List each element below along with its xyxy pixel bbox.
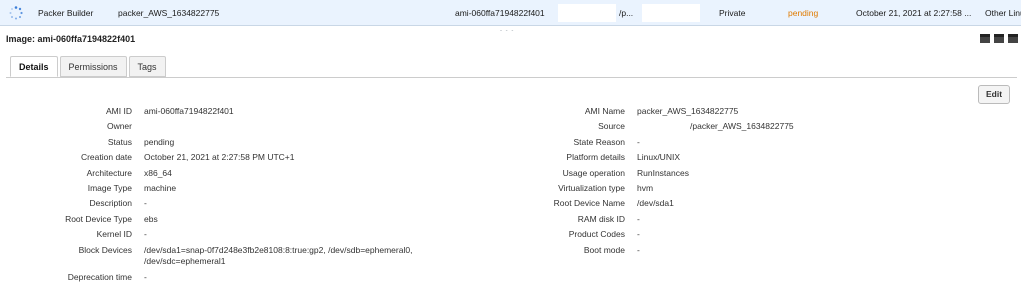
resize-grip[interactable]: - - -: [500, 28, 514, 34]
detail-row-boot-mode: Boot mode -: [480, 245, 1000, 260]
detail-value: /dev/sda1: [637, 198, 674, 209]
redacted-owner-box: [558, 4, 616, 22]
detail-row-description: Description -: [0, 198, 500, 213]
detail-label: Kernel ID: [96, 229, 132, 240]
detail-tabs: Details Permissions Tags: [10, 56, 168, 77]
row-status: pending: [788, 8, 819, 18]
detail-value: -: [144, 271, 147, 282]
detail-value: hvm: [637, 182, 654, 193]
detail-value: /packer_AWS_1634822775: [690, 121, 794, 132]
detail-label: Platform details: [566, 152, 625, 163]
detail-value: -: [637, 136, 640, 147]
detail-label: Creation date: [80, 152, 132, 163]
details-right-column: AMI Name packer_AWS_1634822775 Source/pac…: [480, 106, 1000, 260]
detail-row-ram-disk-id: RAM disk ID -: [480, 214, 1000, 229]
detail-value: -: [637, 213, 640, 224]
detail-value: Linux/UNIX: [637, 152, 680, 163]
layout-bottom-icon[interactable]: [980, 34, 990, 43]
detail-row-source: Source/packer_AWS_1634822775: [480, 121, 1000, 136]
detail-row-owner: Owner: [0, 121, 500, 136]
row-source: /p...: [619, 8, 634, 18]
detail-value: -: [637, 229, 640, 240]
detail-label: Description: [89, 198, 132, 209]
row-creation-date: October 21, 2021 at 2:27:58 ...: [856, 8, 972, 18]
detail-label: Block Devices: [78, 244, 132, 255]
detail-value: ami-060ffa7194822f401: [144, 106, 234, 116]
detail-label: Root Device Type: [65, 213, 132, 224]
detail-value: -: [637, 244, 640, 255]
layout-full-icon[interactable]: [1008, 34, 1018, 43]
row-ami-name: packer_AWS_1634822775: [118, 8, 220, 18]
detail-label: Status: [107, 136, 132, 147]
detail-value: ebs: [144, 213, 158, 224]
detail-row-image-type: Image Type machine: [0, 183, 500, 198]
row-ami-id: ami-060ffa7194822f401: [455, 8, 545, 18]
layout-toggle-group: [980, 34, 1018, 43]
edit-button[interactable]: Edit: [978, 85, 1011, 104]
details-left-column: AMI ID ami-060ffa7194822f401 Owner Status…: [0, 106, 500, 287]
detail-row-platform-details: Platform details Linux/UNIX: [480, 152, 1000, 167]
detail-row-deprecation-time: Deprecation time -: [0, 272, 500, 287]
detail-row-status: Status pending: [0, 137, 500, 152]
detail-label: Virtualization type: [558, 182, 625, 193]
tab-details[interactable]: Details: [10, 56, 58, 77]
detail-value: RunInstances: [637, 167, 689, 178]
tab-permissions[interactable]: Permissions: [59, 56, 127, 77]
detail-value: /dev/sda1=snap-0f7d248e3fb2e8108:8:true:…: [144, 244, 413, 266]
detail-row-architecture: Architecture x86_64: [0, 168, 500, 183]
detail-value: packer_AWS_1634822775: [637, 106, 739, 116]
detail-row-root-device-type: Root Device Type ebs: [0, 214, 500, 229]
detail-label: Boot mode: [583, 244, 625, 255]
detail-label: Usage operation: [562, 167, 625, 178]
detail-label: RAM disk ID: [577, 213, 625, 224]
layout-split-icon[interactable]: [994, 34, 1004, 43]
detail-value: -: [144, 229, 147, 240]
detail-row-kernel-id: Kernel ID -: [0, 229, 500, 244]
detail-row-ami-id: AMI ID ami-060ffa7194822f401: [0, 106, 500, 121]
redacted-field-box: [642, 4, 700, 22]
detail-row-state-reason: State Reason -: [480, 137, 1000, 152]
detail-label: Image Type: [87, 182, 132, 193]
detail-label: Root Device Name: [553, 198, 625, 209]
detail-label: Architecture: [86, 167, 132, 178]
detail-row-root-device-name: Root Device Name/dev/sda1: [480, 198, 1000, 213]
selected-ami-row[interactable]: Packer Builder packer_AWS_1634822775 ami…: [0, 0, 1021, 26]
detail-value: machine: [144, 182, 177, 193]
row-visibility: Private: [719, 8, 746, 18]
row-platform: Other Linu: [985, 8, 1021, 18]
detail-label: Product Codes: [568, 229, 625, 240]
detail-row-usage-operation: Usage operation RunInstances: [480, 168, 1000, 183]
row-name: Packer Builder: [38, 8, 94, 18]
image-title: Image: ami-060ffa7194822f401: [6, 34, 136, 44]
detail-row-product-codes: Product Codes -: [480, 229, 1000, 244]
detail-label: AMI ID: [106, 106, 132, 116]
detail-row-block-devices: Block Devices/dev/sda1=snap-0f7d248e3fb2…: [0, 245, 500, 272]
pending-spinner-icon: [9, 6, 23, 20]
detail-value: -: [144, 198, 147, 209]
detail-row-creation-date: Creation date October 21, 2021 at 2:27:58…: [0, 152, 500, 167]
detail-value: x86_64: [144, 167, 172, 178]
detail-label: Source: [598, 121, 625, 132]
detail-label: AMI Name: [584, 106, 625, 116]
detail-row-virtualization-type: Virtualization type hvm: [480, 183, 1000, 198]
tab-tags[interactable]: Tags: [128, 56, 166, 77]
tab-divider: [6, 77, 1017, 78]
detail-row-ami-name: AMI Name packer_AWS_1634822775: [480, 106, 1000, 121]
detail-value: pending: [144, 136, 175, 147]
detail-value: October 21, 2021 at 2:27:58 PM UTC+1: [144, 152, 295, 163]
detail-label: Owner: [106, 121, 132, 132]
detail-label: Deprecation time: [67, 271, 132, 282]
detail-label: State Reason: [573, 136, 625, 147]
